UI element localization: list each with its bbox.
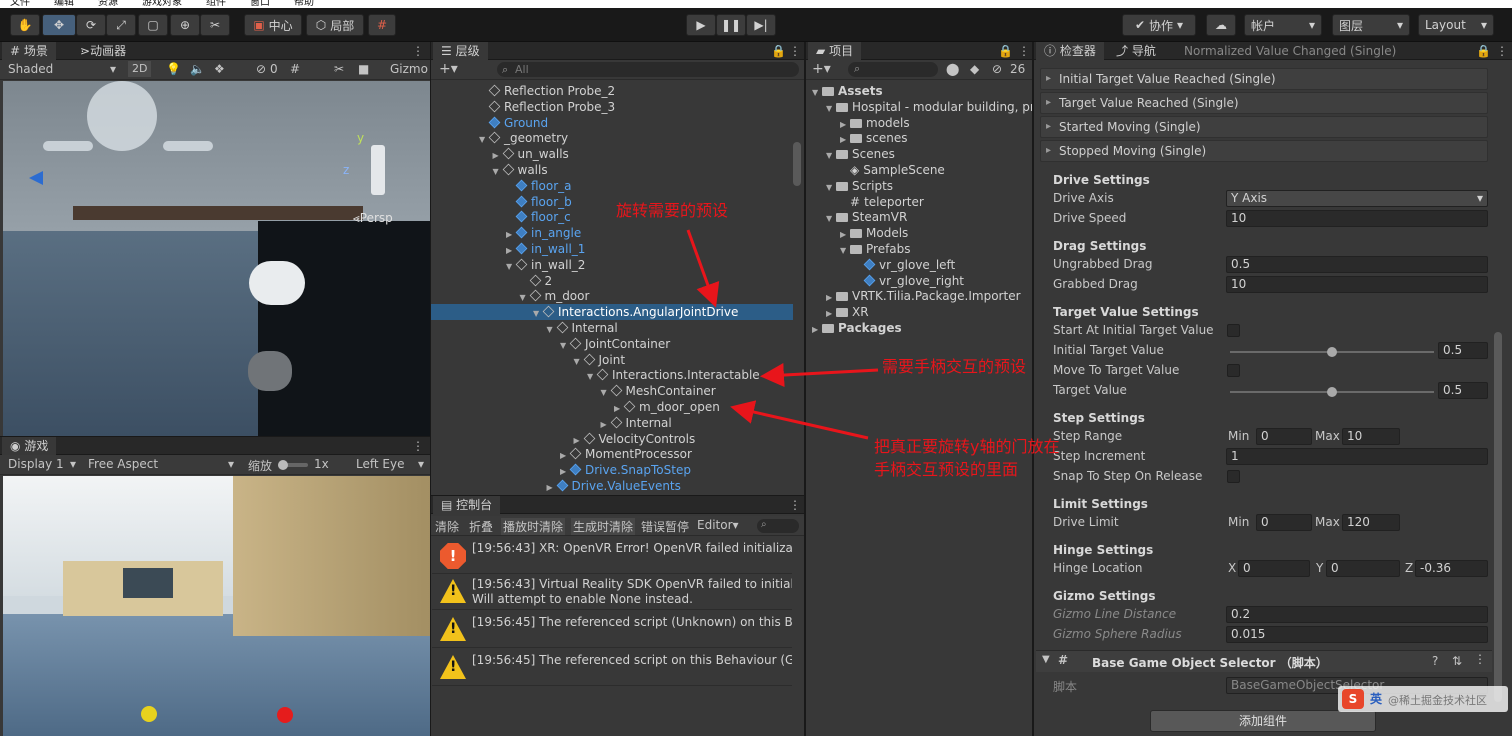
arrow-to-door-open	[730, 400, 869, 440]
arrow-to-interactable	[760, 363, 879, 388]
annotation-arrows	[686, 229, 879, 440]
arrow-to-angular-joint	[686, 229, 720, 308]
